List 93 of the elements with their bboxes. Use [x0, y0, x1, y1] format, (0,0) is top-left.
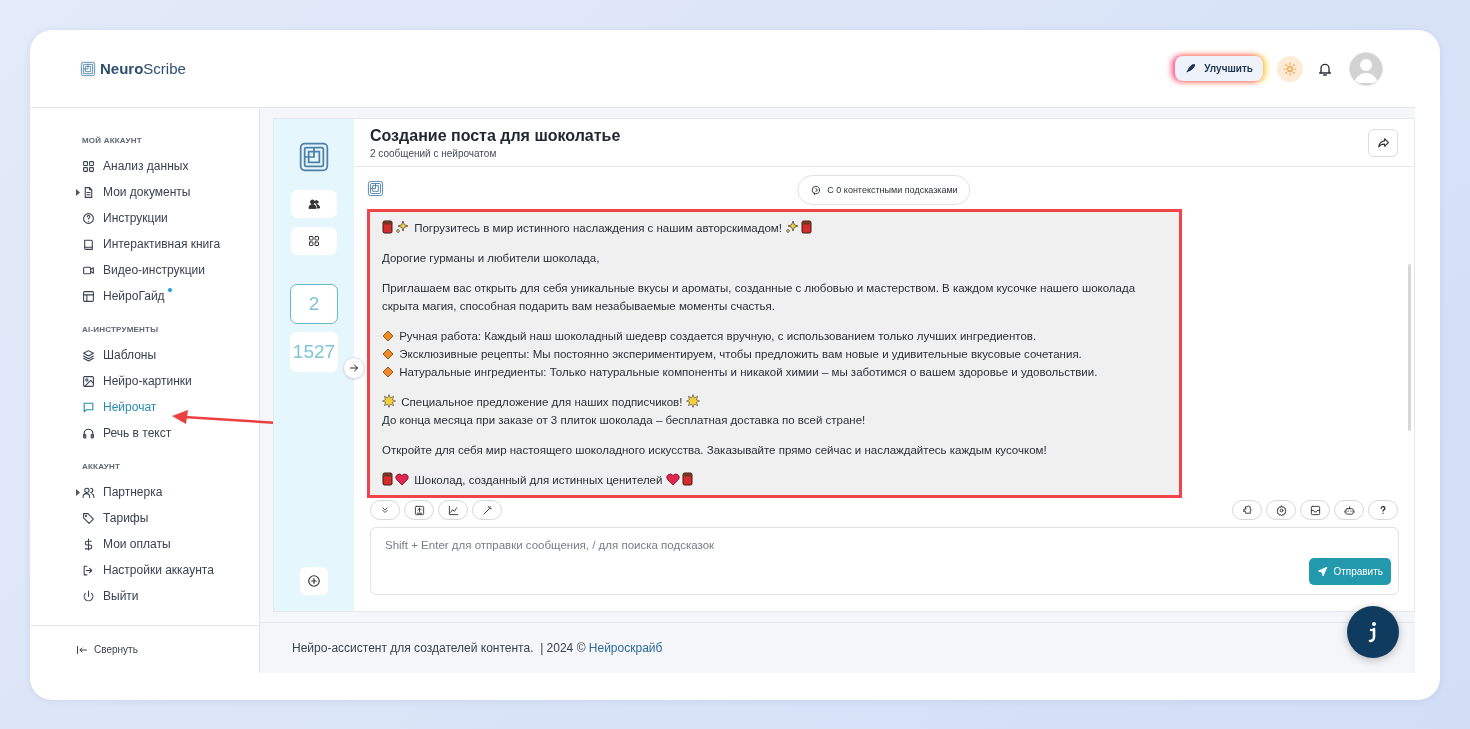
sidebar-item[interactable]: Нейрочат — [74, 394, 259, 420]
message-line: Эксклюзивные рецепты: Мы постоянно экспериментируем, чтобы предложить вам новые и удивительные вкусовые сочетания. — [382, 345, 1167, 363]
sidebar-item[interactable]: Речь в текст — [74, 420, 259, 446]
sidebar-item[interactable]: Интерактивная книга — [74, 231, 259, 257]
sparkles-icon — [785, 220, 800, 234]
section-label: МОЙ АККАУНТ — [82, 136, 143, 145]
bot-logo-icon — [367, 179, 384, 197]
sidebar-item[interactable]: НейроГайд — [74, 283, 259, 309]
logout-icon — [82, 563, 95, 577]
share-button[interactable] — [1368, 128, 1398, 157]
settings-icon — [1275, 504, 1287, 516]
heart-icon — [665, 473, 680, 486]
power-icon — [82, 589, 95, 603]
message-line: Погрузитесь в мир истинного наслаждения с нашим авторскимадом! — [382, 219, 1167, 237]
chat-icon — [82, 400, 95, 414]
layers-icon — [82, 348, 95, 362]
sidebar-item[interactable]: Партнерка — [74, 479, 259, 505]
share-icon — [1376, 136, 1390, 149]
collapse-button[interactable]: Свернуть — [30, 625, 259, 673]
upgrade-button[interactable]: Улучшить — [1175, 56, 1263, 81]
message-line: Натуральные ингредиенты: Только натуральные компоненты и никакой химии – мы заботимся о вашем здоровье и удовольствии. — [382, 363, 1167, 381]
magic-wand-icon — [481, 504, 493, 516]
section-label: АККАУНТ — [82, 462, 122, 471]
footer-link[interactable]: Нейроскрайб — [588, 641, 663, 655]
message-line: Шоколад, созданный для истинных ценителей — [382, 471, 1167, 489]
tag-icon — [82, 511, 95, 525]
sidebar-item[interactable]: Нейро-картинки — [74, 368, 259, 394]
collapse-icon — [76, 643, 88, 656]
sidebar-item[interactable]: Выйти — [74, 583, 259, 609]
settings-button[interactable] — [1266, 500, 1296, 520]
dollar-icon — [82, 537, 95, 551]
chocolate-bar-icon — [382, 220, 393, 234]
star-burst-icon — [382, 394, 396, 408]
brand-name: NeuroScribe — [100, 60, 186, 77]
help-icon — [82, 211, 95, 225]
upload-button[interactable] — [404, 500, 434, 520]
chevrons-down-icon — [380, 505, 390, 515]
sun-icon — [1283, 61, 1297, 76]
diamond-icon — [382, 348, 394, 360]
chocolate-bar-icon — [382, 472, 393, 486]
heart-icon — [395, 473, 409, 486]
send-icon — [1317, 566, 1329, 577]
logo-icon — [80, 60, 96, 77]
diamond-icon — [382, 330, 394, 342]
message-line: Приглашаем вас открыть для себя уникальные вкусы и ароматы, созданные с любовью и мастерством. В каждом кусочке нашего шоколада скрыта магия, способная подарить вам незабываемые моменты счастья. — [382, 281, 1137, 314]
message-line: Откройте для себя мир настоящего шоколадного искусства. Заказывайте прямо сейчас и наслаждайтесь каждым кусочком! — [382, 443, 1048, 458]
message-line: Специальное предложение для наших подписчиков! — [382, 393, 1167, 411]
users-icon — [308, 198, 320, 210]
logo-mark-icon — [298, 141, 330, 173]
chocolate-bar-icon — [801, 220, 813, 234]
sidebar-item[interactable]: Мои оплаты — [74, 531, 259, 557]
layout-icon — [82, 289, 95, 303]
users-icon — [82, 485, 95, 499]
headphones-icon — [82, 426, 95, 440]
message-line: До конца месяца при заказе от 3 плиток шоколада – бесплатная доставка по всей стране! — [382, 413, 867, 428]
chart-image-icon — [447, 504, 459, 516]
section-label: AI-ИНСТРУМЕНТЫ — [82, 325, 160, 334]
users-button[interactable] — [291, 190, 337, 218]
robot-button[interactable] — [1334, 500, 1364, 520]
message-line: Ручная работа: Каждый наш шоколадный шедевр создается вручную, с использованием только лучших ингредиентов. — [382, 327, 1167, 345]
book-icon — [82, 237, 95, 251]
sparkles-icon — [395, 220, 409, 234]
theme-toggle[interactable] — [1277, 55, 1303, 82]
inbox-icon — [1309, 504, 1321, 516]
message-line: Дорогие гурманы и любители шоколада, — [382, 251, 601, 266]
context-hints-pill[interactable]: С 0 контекстными подсказками — [797, 175, 971, 205]
sidebar-item[interactable]: Настройки аккаунта — [74, 557, 259, 583]
chocolate-bar-icon — [681, 472, 693, 486]
inbox-button[interactable] — [1300, 500, 1330, 520]
help-button[interactable] — [1368, 500, 1398, 520]
star-burst-icon — [685, 394, 700, 408]
diamond-icon — [382, 366, 394, 378]
sidebar-item[interactable]: Инструкции — [74, 205, 259, 231]
sidebar-item[interactable]: Тарифы — [74, 505, 259, 531]
sidebar-item[interactable]: Видео-инструкции — [74, 257, 259, 283]
plugin-button[interactable] — [1232, 500, 1262, 520]
arrow-right-icon — [348, 362, 360, 374]
sidebar-item[interactable]: Шаблоны — [74, 342, 259, 368]
image-icon — [82, 374, 95, 388]
plus-circle-icon — [307, 574, 321, 588]
footer-text: Нейро-ассистент для создателей контента. | 2024 © Нейроскрайб — [292, 641, 663, 655]
grid-icon — [82, 159, 95, 173]
document-icon — [82, 185, 95, 199]
grid-button[interactable] — [291, 227, 337, 255]
add-button[interactable] — [300, 567, 328, 595]
sidebar-item[interactable]: Анализ данных — [74, 153, 259, 179]
upload-icon — [413, 504, 425, 516]
chat-subtitle: 2 сообщений с нейрочатом — [370, 147, 498, 159]
sidebar-item[interactable]: Мои документы — [74, 179, 259, 205]
robot-icon — [1343, 504, 1355, 516]
chart-image-button[interactable] — [438, 500, 468, 520]
chat-title: Создание поста для шоколатье — [370, 126, 621, 145]
grid-icon — [308, 235, 320, 247]
